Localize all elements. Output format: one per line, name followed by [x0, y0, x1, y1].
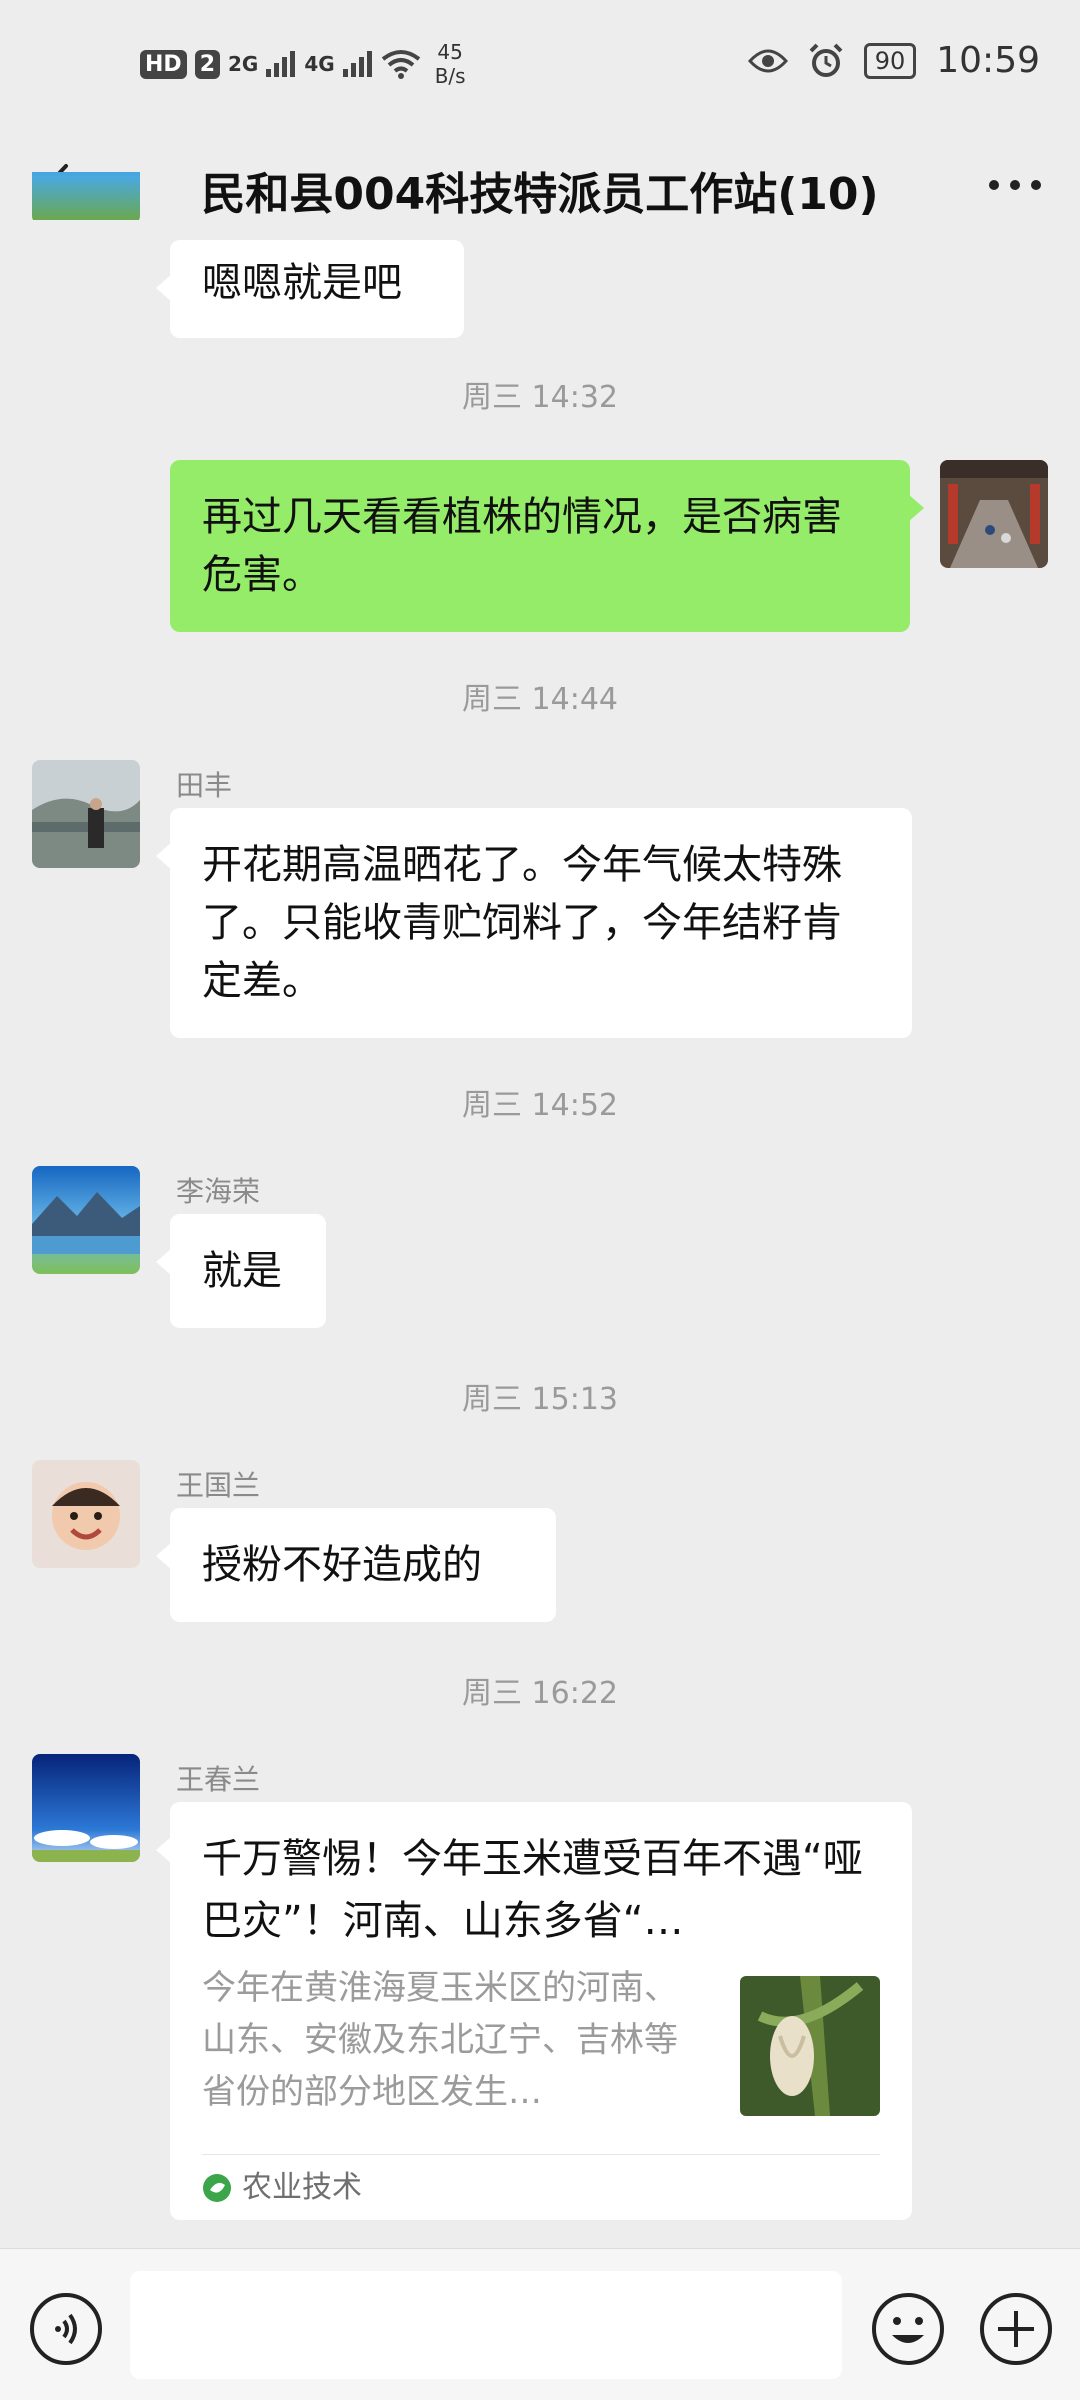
message-input[interactable] — [130, 2271, 842, 2379]
wifi-icon — [381, 50, 420, 79]
nav-bar: 民和县004科技特派员工作站(10) — [0, 130, 1080, 240]
message-bubble[interactable]: 就是 — [156, 1214, 326, 1328]
net-speed-value: 45 — [437, 40, 463, 64]
message-text: 就是 — [202, 1248, 282, 1294]
message-text: 开花期高温晒花了。今年气候太特殊了。只能收青贮饲料了，今年结籽肯定差。 — [202, 842, 842, 1004]
message-bubble[interactable]: 嗯嗯就是吧 — [156, 240, 464, 338]
link-card-thumbnail — [740, 1976, 880, 2116]
timestamp: 周三 14:32 — [462, 380, 618, 415]
sender-name: 田丰 — [176, 769, 233, 802]
clock: 10:59 — [936, 40, 1040, 81]
timestamp: 周三 15:13 — [462, 1382, 618, 1417]
link-card-title: 千万警惕！今年玉米遭受百年不遇“哑巴灾”！河南、山东多省“… — [202, 1836, 863, 1944]
link-card-description: 今年在黄淮海夏玉米区的河南、山东、安徽及东北辽宁、吉林等省份的部分地区发生… — [202, 1968, 678, 2112]
network-type-1: 2G — [228, 52, 259, 76]
alarm-icon — [809, 43, 843, 77]
input-bar — [0, 2248, 1080, 2400]
net-speed: 45 B/s — [435, 40, 466, 88]
hd-badge: HD — [140, 49, 187, 79]
more-icon — [989, 180, 1041, 190]
timestamp: 周三 16:22 — [462, 1676, 618, 1711]
chat-title: 民和县004科技特派员工作站(10) — [201, 169, 879, 220]
message-bubble[interactable]: 授粉不好造成的 — [156, 1508, 556, 1622]
message-bubble[interactable]: 再过几天看看植株的情况，是否病害危害。 — [170, 460, 924, 632]
link-card-source-name: 农业技术 — [242, 2169, 362, 2205]
avatar[interactable] — [32, 1460, 140, 1568]
emoji-button[interactable] — [870, 2291, 946, 2367]
source-logo-icon — [203, 2173, 231, 2202]
network-type-2: 4G — [304, 52, 335, 76]
status-left: HD 2 2G 4G 45 B/s — [140, 40, 466, 88]
link-card[interactable]: 千万警惕！今年玉米遭受百年不遇“哑巴灾”！河南、山东多省“… 今年在黄淮海夏玉米… — [156, 1802, 912, 2220]
signal-icon — [342, 51, 372, 77]
sender-name: 王春兰 — [176, 1763, 261, 1796]
timestamp: 周三 14:52 — [462, 1088, 618, 1123]
avatar[interactable] — [32, 1166, 140, 1274]
message-text: 嗯嗯就是吧 — [202, 260, 402, 306]
sender-name: 李海荣 — [176, 1175, 261, 1208]
timestamp: 周三 14:44 — [462, 682, 618, 717]
eye-icon — [747, 49, 788, 72]
more-functions-button[interactable] — [978, 2291, 1054, 2367]
message-text: 授粉不好造成的 — [202, 1542, 482, 1588]
plus-icon — [980, 2293, 1052, 2365]
more-button[interactable] — [980, 150, 1050, 220]
battery-indicator: 90 — [863, 42, 917, 79]
status-bar: HD 2 2G 4G 45 B/s 90 10:59 — [0, 0, 1080, 130]
sender-name: 王国兰 — [176, 1469, 261, 1502]
avatar[interactable] — [32, 1754, 140, 1862]
message-bubble[interactable]: 开花期高温晒花了。今年气候太特殊了。只能收青贮饲料了，今年结籽肯定差。 — [156, 808, 912, 1038]
net-speed-unit: B/s — [434, 64, 466, 88]
link-card-source: 农业技术 — [202, 2154, 880, 2220]
avatar[interactable] — [32, 760, 140, 868]
voice-button[interactable] — [28, 2291, 104, 2367]
voice-icon — [30, 2293, 102, 2365]
emoji-icon — [872, 2293, 944, 2365]
signal-icon — [266, 51, 296, 77]
avatar[interactable] — [940, 460, 1048, 568]
sim-badge: 2 — [194, 49, 220, 79]
message-text: 再过几天看看植株的情况，是否病害危害。 — [202, 494, 842, 598]
status-right: 90 10:59 — [747, 40, 1040, 81]
